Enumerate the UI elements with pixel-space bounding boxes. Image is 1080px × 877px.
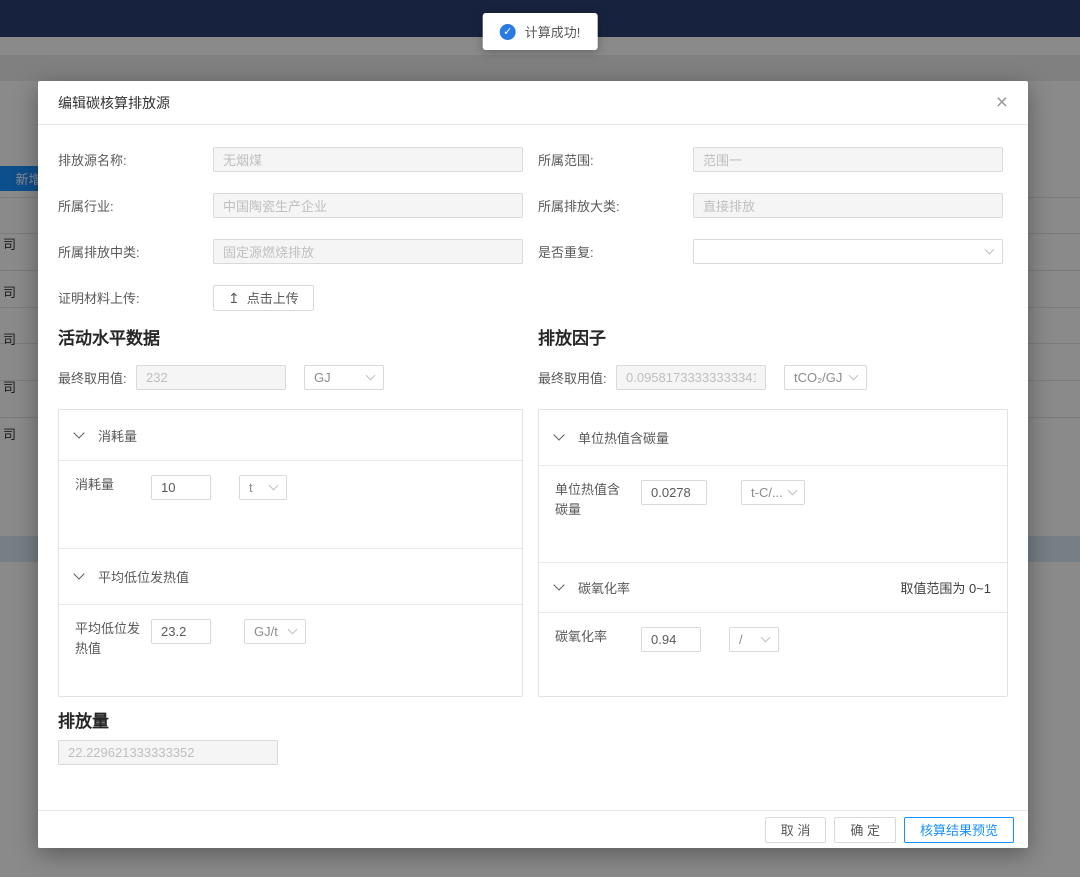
industry-label: 所属行业: <box>58 196 213 215</box>
heating-value-field-label: 平均低位发热值 <box>75 619 141 659</box>
ok-button[interactable]: 确 定 <box>834 817 896 843</box>
upload-button[interactable]: ↥ 点击上传 <box>213 285 314 311</box>
field-scope: 所属范围: <box>538 147 1008 172</box>
oxidation-rate-panel-title: 碳氧化率 <box>578 578 630 597</box>
source-name-input <box>213 147 523 172</box>
dialog-footer: 取 消 确 定 核算结果预览 <box>38 810 1028 848</box>
field-is-duplicate: 是否重复: <box>538 239 1008 264</box>
carbon-content-input[interactable] <box>641 480 707 505</box>
oxidation-rate-panel-body: 碳氧化率 / <box>539 612 1007 696</box>
emission-amount-title: 排放量 <box>58 707 1008 732</box>
is-duplicate-select[interactable] <box>693 239 1003 264</box>
activity-final-unit-select[interactable]: GJ <box>304 365 384 390</box>
carbon-content-unit-select[interactable]: t-C/... <box>741 480 805 505</box>
result-preview-button[interactable]: 核算结果预览 <box>904 817 1014 843</box>
is-duplicate-label: 是否重复: <box>538 242 693 261</box>
chevron-down-icon <box>787 486 797 496</box>
heating-value-panel-body: 平均低位发热值 GJ/t <box>59 604 522 696</box>
dialog-header: 编辑碳核算排放源 × <box>38 81 1028 125</box>
close-icon[interactable]: × <box>996 92 1008 113</box>
heating-value-unit-value: GJ/t <box>254 624 278 639</box>
emission-factor-section-title: 排放因子 <box>538 324 1008 349</box>
chevron-down-icon <box>73 568 84 579</box>
upload-button-label: 点击上传 <box>247 288 299 307</box>
data-sections: 活动水平数据 最终取用值: GJ 消耗量 <box>58 324 1008 697</box>
emission-amount-input <box>58 740 278 765</box>
activity-section-title: 活动水平数据 <box>58 324 523 349</box>
oxidation-rate-field-label: 碳氧化率 <box>555 627 629 647</box>
scope-label: 所属范围: <box>538 150 693 169</box>
chevron-down-icon <box>366 371 376 381</box>
consumption-unit-value: t <box>249 480 253 495</box>
upload-icon: ↥ <box>228 291 240 305</box>
consumption-panel-header[interactable]: 消耗量 <box>59 410 522 460</box>
carbon-content-unit-value: t-C/... <box>751 485 783 500</box>
carbon-content-panel-header[interactable]: 单位热值含碳量 <box>539 410 1007 465</box>
chevron-down-icon <box>553 429 564 440</box>
consumption-field-label: 消耗量 <box>75 475 141 495</box>
chevron-down-icon <box>269 481 279 491</box>
oxidation-rate-range-hint: 取值范围为 0~1 <box>900 578 991 597</box>
factor-collapse: 单位热值含碳量 单位热值含碳量 t-C/... 碳氧化 <box>538 409 1008 697</box>
toast-notification: ✓ 计算成功! <box>483 13 598 50</box>
field-industry: 所属行业: <box>58 193 523 218</box>
chevron-down-icon <box>985 245 995 255</box>
consumption-panel-title: 消耗量 <box>98 426 137 445</box>
major-category-input <box>693 193 1003 218</box>
form-grid: 排放源名称: 所属范围: 所属行业: 所属排放大类: 所属排放中类: <box>58 147 1008 310</box>
oxidation-rate-unit-select[interactable]: / <box>729 627 779 652</box>
field-major-category: 所属排放大类: <box>538 193 1008 218</box>
field-source-name: 排放源名称: <box>58 147 523 172</box>
chevron-down-icon <box>73 427 84 438</box>
activity-final-input <box>136 365 286 390</box>
field-middle-category: 所属排放中类: <box>58 239 523 264</box>
chevron-down-icon <box>553 579 564 590</box>
screen: 新增 司 司 司 司 司 ✓ 计算成功! 编辑碳核算排放源 × 排放源名称: <box>0 0 1080 877</box>
activity-final-unit-value: GJ <box>314 370 331 385</box>
heating-value-input[interactable] <box>151 619 211 644</box>
consumption-panel-body: 消耗量 t <box>59 460 522 548</box>
emission-factor-section: 排放因子 最终取用值: tCO₂/GJ 单位热值含碳量 <box>538 324 1008 697</box>
activity-final-row: 最终取用值: GJ <box>58 365 523 390</box>
activity-section: 活动水平数据 最终取用值: GJ 消耗量 <box>58 324 523 697</box>
carbon-content-panel-body: 单位热值含碳量 t-C/... <box>539 465 1007 562</box>
oxidation-rate-panel-header[interactable]: 碳氧化率 取值范围为 0~1 <box>539 562 1007 612</box>
consumption-input[interactable] <box>151 475 211 500</box>
source-name-label: 排放源名称: <box>58 150 213 169</box>
oxidation-rate-input[interactable] <box>641 627 701 652</box>
carbon-content-panel-title: 单位热值含碳量 <box>578 428 669 447</box>
chevron-down-icon <box>288 625 298 635</box>
factor-final-unit-select[interactable]: tCO₂/GJ <box>784 365 867 390</box>
factor-final-label: 最终取用值: <box>538 368 616 387</box>
middle-category-input <box>213 239 523 264</box>
factor-final-input <box>616 365 766 390</box>
activity-final-label: 最终取用值: <box>58 368 136 387</box>
oxidation-rate-unit-value: / <box>739 632 743 647</box>
activity-collapse: 消耗量 消耗量 t 平均低位发热值 <box>58 409 523 697</box>
chevron-down-icon <box>849 371 859 381</box>
heating-value-unit-select[interactable]: GJ/t <box>244 619 306 644</box>
consumption-unit-select[interactable]: t <box>239 475 287 500</box>
upload-label: 证明材料上传: <box>58 288 213 307</box>
carbon-content-field-label: 单位热值含碳量 <box>555 480 629 520</box>
dialog-body: 排放源名称: 所属范围: 所属行业: 所属排放大类: 所属排放中类: <box>38 125 1028 765</box>
dialog-title: 编辑碳核算排放源 <box>58 93 170 113</box>
factor-final-row: 最终取用值: tCO₂/GJ <box>538 365 1008 390</box>
heating-value-panel-header[interactable]: 平均低位发热值 <box>59 548 522 604</box>
success-check-icon: ✓ <box>500 24 516 40</box>
heating-value-panel-title: 平均低位发热值 <box>98 567 189 586</box>
emission-amount-section: 排放量 <box>58 707 1008 765</box>
field-upload: 证明材料上传: ↥ 点击上传 <box>58 285 523 310</box>
major-category-label: 所属排放大类: <box>538 196 693 215</box>
edit-emission-source-dialog: 编辑碳核算排放源 × 排放源名称: 所属范围: 所属行业: 所属 <box>38 81 1028 848</box>
scope-input <box>693 147 1003 172</box>
middle-category-label: 所属排放中类: <box>58 242 213 261</box>
toast-message: 计算成功! <box>525 22 581 41</box>
chevron-down-icon <box>761 633 771 643</box>
industry-input <box>213 193 523 218</box>
cancel-button[interactable]: 取 消 <box>765 817 827 843</box>
factor-final-unit-value: tCO₂/GJ <box>794 370 842 385</box>
